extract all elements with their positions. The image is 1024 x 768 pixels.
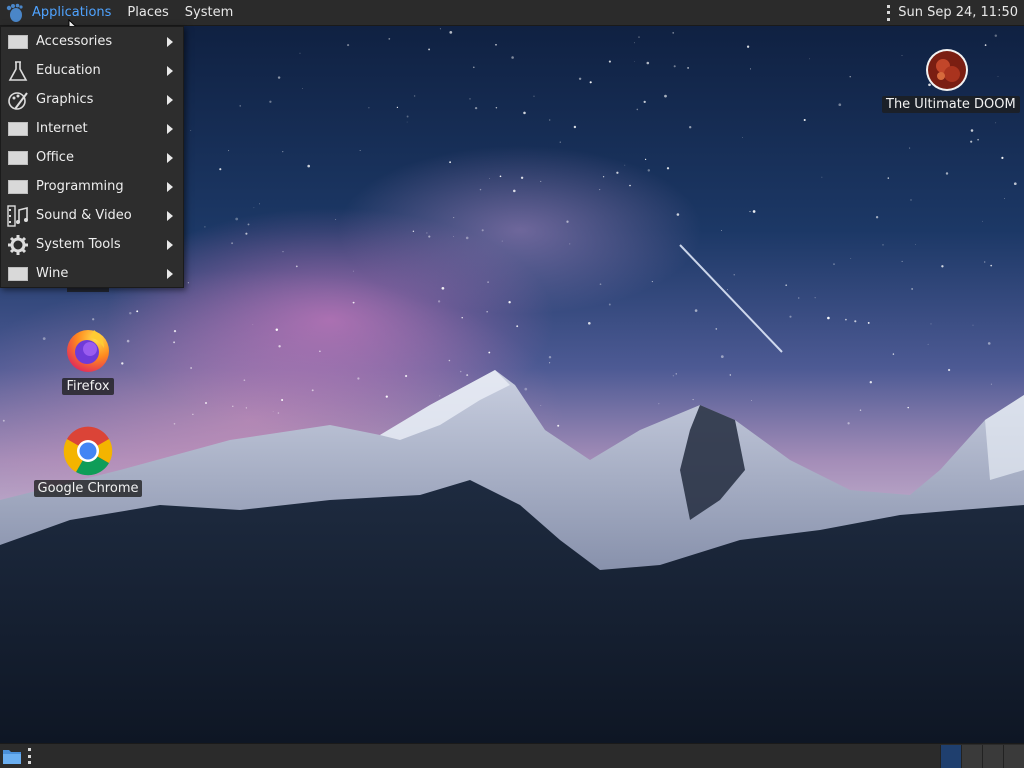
menu-item-education[interactable]: Education xyxy=(1,56,183,85)
menu-item-system-tools[interactable]: System Tools xyxy=(1,230,183,259)
workspace-4[interactable] xyxy=(1003,745,1024,768)
menu-item-label: Sound & Video xyxy=(36,208,132,223)
gnome-foot-icon[interactable] xyxy=(4,3,24,23)
menu-item-label: Education xyxy=(36,63,101,78)
panel-right-area: Sun Sep 24, 11:50 xyxy=(887,4,1024,21)
office-icon xyxy=(7,147,29,169)
chrome-icon xyxy=(63,426,113,476)
gear-icon xyxy=(7,234,29,256)
internet-icon xyxy=(7,118,29,140)
doom-icon xyxy=(926,49,968,91)
workspace-1[interactable] xyxy=(940,745,961,768)
bottom-panel xyxy=(0,743,1024,768)
accessories-icon xyxy=(7,31,29,53)
firefox-icon xyxy=(67,330,109,372)
workspace-3[interactable] xyxy=(982,745,1003,768)
firefox-label: Firefox xyxy=(62,378,114,395)
panel-handle-icon[interactable] xyxy=(887,4,891,21)
clock[interactable]: Sun Sep 24, 11:50 xyxy=(898,5,1018,20)
desktop-icon-firefox[interactable]: Firefox xyxy=(48,326,128,395)
programming-icon xyxy=(7,176,29,198)
menu-item-label: Graphics xyxy=(36,92,94,107)
menu-item-label: Internet xyxy=(36,121,88,136)
graphics-palette-icon xyxy=(7,89,29,111)
show-desktop-icon[interactable] xyxy=(2,747,22,765)
places-menu-button[interactable]: Places xyxy=(119,0,176,26)
system-menu-button[interactable]: System xyxy=(177,0,241,26)
submenu-arrow-icon xyxy=(167,240,173,250)
submenu-arrow-icon xyxy=(167,153,173,163)
menu-item-label: Wine xyxy=(36,266,69,281)
menu-item-internet[interactable]: Internet xyxy=(1,114,183,143)
menu-item-sound-video[interactable]: Sound & Video xyxy=(1,201,183,230)
workspace-switcher xyxy=(940,745,1024,768)
menu-item-label: Programming xyxy=(36,179,124,194)
desktop-icon-doom[interactable]: The Ultimate DOOM xyxy=(882,48,1020,113)
desktop-icon-chrome[interactable]: Google Chrome xyxy=(32,426,144,497)
menu-item-label: Office xyxy=(36,150,74,165)
workspace-2[interactable] xyxy=(961,745,982,768)
menu-item-office[interactable]: Office xyxy=(1,143,183,172)
menu-item-wine[interactable]: Wine xyxy=(1,259,183,288)
film-music-icon xyxy=(7,204,29,227)
wine-icon xyxy=(7,263,29,285)
submenu-arrow-icon xyxy=(167,124,173,134)
submenu-arrow-icon xyxy=(167,211,173,221)
submenu-arrow-icon xyxy=(167,66,173,76)
doom-label: The Ultimate DOOM xyxy=(882,96,1020,113)
submenu-arrow-icon xyxy=(167,269,173,279)
panel-handle-icon[interactable] xyxy=(28,748,31,764)
menu-item-programming[interactable]: Programming xyxy=(1,172,183,201)
menu-item-accessories[interactable]: Accessories xyxy=(1,27,183,56)
submenu-arrow-icon xyxy=(167,37,173,47)
menu-item-label: Accessories xyxy=(36,34,113,49)
submenu-arrow-icon xyxy=(167,95,173,105)
applications-menu: Accessories Education Graphics Internet … xyxy=(0,26,184,288)
menu-item-label: System Tools xyxy=(36,237,121,252)
menu-item-graphics[interactable]: Graphics xyxy=(1,85,183,114)
chrome-label: Google Chrome xyxy=(33,480,143,497)
submenu-arrow-icon xyxy=(167,182,173,192)
top-panel: Applications Places System Sun Sep 24, 1… xyxy=(0,0,1024,26)
flask-icon xyxy=(7,60,29,82)
